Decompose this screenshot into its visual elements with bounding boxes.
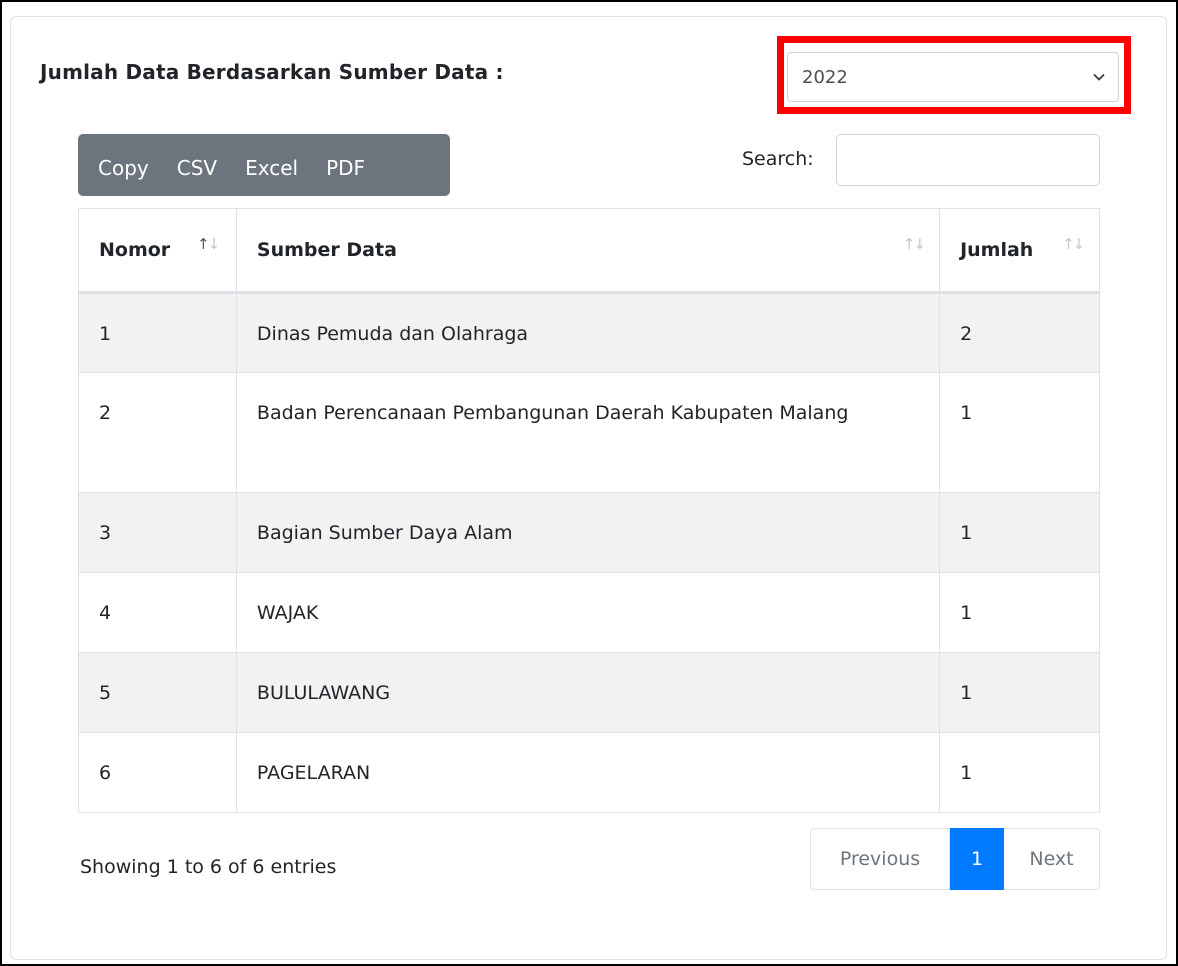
- chevron-down-icon: [1093, 73, 1105, 81]
- table-row: 6 PAGELARAN 1: [78, 732, 1100, 813]
- search-label: Search:: [742, 148, 814, 170]
- cell-jumlah: 1: [939, 732, 1100, 813]
- table-header-row: Nomor ↑↓ Sumber Data ↑↓ Jumlah ↑↓: [78, 208, 1100, 294]
- cell-sumber-data: PAGELARAN: [235, 732, 941, 813]
- cell-sumber-data: Bagian Sumber Daya Alam: [235, 492, 941, 573]
- sort-icon: ↑↓: [1062, 235, 1085, 253]
- header-sumber-data[interactable]: Sumber Data ↑↓: [235, 208, 941, 294]
- csv-button[interactable]: CSV: [177, 134, 217, 196]
- previous-page-button[interactable]: Previous: [810, 828, 950, 890]
- cell-sumber-data: Badan Perencanaan Pembangunan Daerah Kab…: [235, 372, 941, 493]
- cell-nomor: 4: [78, 572, 237, 653]
- page-1-button[interactable]: 1: [950, 828, 1004, 890]
- copy-button[interactable]: Copy: [98, 134, 149, 196]
- pdf-button[interactable]: PDF: [326, 134, 365, 196]
- cell-nomor: 2: [78, 372, 237, 493]
- header-sumber-label: Sumber Data: [256, 239, 397, 261]
- cell-jumlah: 2: [939, 292, 1100, 373]
- table-info: Showing 1 to 6 of 6 entries: [80, 856, 337, 878]
- excel-button[interactable]: Excel: [245, 134, 298, 196]
- cell-jumlah: 1: [939, 572, 1100, 653]
- cell-jumlah: 1: [939, 652, 1100, 733]
- header-nomor-label: Nomor: [99, 239, 171, 261]
- header-jumlah[interactable]: Jumlah ↑↓: [939, 208, 1100, 294]
- search-input[interactable]: [836, 134, 1100, 186]
- cell-nomor: 6: [78, 732, 237, 813]
- cell-nomor: 3: [78, 492, 237, 573]
- cell-jumlah: 1: [939, 492, 1100, 573]
- header-jumlah-label: Jumlah: [960, 239, 1034, 261]
- year-select[interactable]: 2022: [787, 52, 1119, 102]
- year-select-value: 2022: [802, 66, 848, 88]
- cell-nomor: 5: [78, 652, 237, 733]
- table-row: 1 Dinas Pemuda dan Olahraga 2: [78, 292, 1100, 373]
- sort-icon: ↑↓: [197, 235, 220, 253]
- table-row: 4 WAJAK 1: [78, 572, 1100, 653]
- pagination: Previous 1 Next: [810, 828, 1100, 890]
- section-title: Jumlah Data Berdasarkan Sumber Data :: [40, 60, 504, 84]
- table-row: 3 Bagian Sumber Daya Alam 1: [78, 492, 1100, 573]
- data-table: Nomor ↑↓ Sumber Data ↑↓ Jumlah ↑↓ 1 Dina…: [78, 208, 1100, 813]
- export-button-group: Copy CSV Excel PDF: [78, 134, 450, 196]
- cell-sumber-data: BULULAWANG: [235, 652, 941, 733]
- next-page-button[interactable]: Next: [1004, 828, 1100, 890]
- header-nomor[interactable]: Nomor ↑↓: [78, 208, 237, 294]
- sort-icon: ↑↓: [902, 235, 926, 253]
- cell-sumber-data: Dinas Pemuda dan Olahraga: [235, 292, 941, 373]
- cell-nomor: 1: [78, 292, 237, 373]
- table-row: 5 BULULAWANG 1: [78, 652, 1100, 733]
- cell-jumlah: 1: [939, 372, 1100, 493]
- table-row: 2 Badan Perencanaan Pembangunan Daerah K…: [78, 372, 1100, 493]
- cell-sumber-data: WAJAK: [235, 572, 941, 653]
